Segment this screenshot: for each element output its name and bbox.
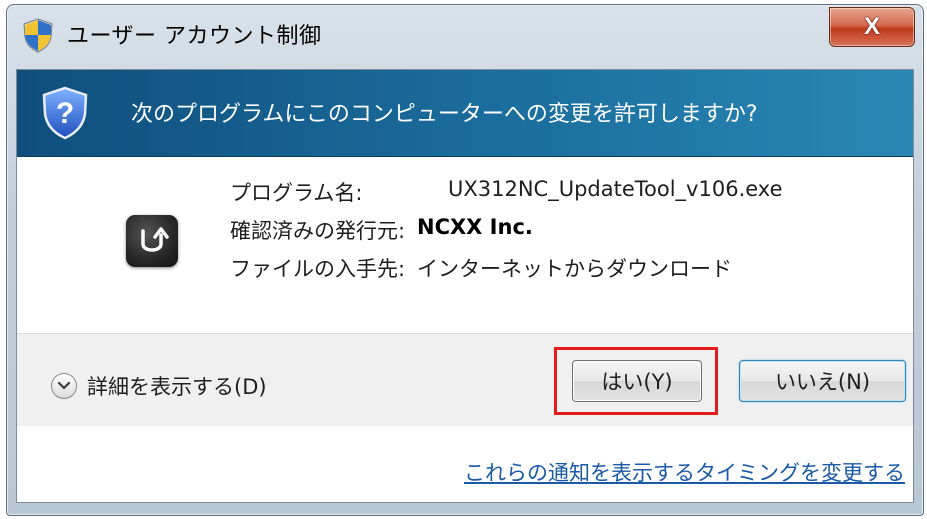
help-shield-icon: ? [42, 86, 88, 140]
publisher-row: 確認済みの発行元: NCXX Inc. [230, 215, 533, 245]
publisher-label: 確認済みの発行元: [230, 219, 406, 243]
close-button[interactable]: X [829, 7, 915, 47]
program-name-row: プログラム名: UX312NC_UpdateTool_v106.exe [230, 177, 783, 207]
program-name-label: プログラム名: [230, 181, 363, 205]
file-origin-row: ファイルの入手先: インターネットからダウンロード [230, 253, 732, 283]
close-icon: X [863, 13, 880, 40]
svg-text:?: ? [56, 97, 74, 130]
uac-dialog: ユーザー アカウント制御 X ? 次のプログラムにこのコンピューターへの変更を許… [6, 4, 924, 516]
window-title: ユーザー アカウント制御 [67, 24, 322, 49]
yes-button[interactable]: はい(Y) [572, 360, 702, 402]
no-button[interactable]: いいえ(N) [739, 360, 906, 402]
file-origin-value: インターネットからダウンロード [417, 257, 732, 281]
prompt-banner: ? 次のプログラムにこのコンピューターへの変更を許可しますか? [17, 70, 913, 157]
file-origin-label: ファイルの入手先: [230, 257, 406, 281]
chevron-down-icon [51, 373, 77, 399]
show-details-toggle[interactable]: 詳細を表示する(D) [51, 371, 267, 401]
notification-settings-link[interactable]: これらの通知を表示するタイミングを変更する [464, 457, 905, 487]
dialog-body: ? 次のプログラムにこのコンピューターへの変更を許可しますか? プログラム名: … [16, 69, 914, 503]
program-name-value: UX312NC_UpdateTool_v106.exe [448, 177, 783, 201]
action-bar: 詳細を表示する(D) はい(Y) いいえ(N) [17, 333, 913, 427]
title-bar[interactable]: ユーザー アカウント制御 X [7, 5, 923, 69]
app-update-icon [126, 215, 178, 267]
publisher-value: NCXX Inc. [417, 215, 533, 239]
uac-shield-icon [23, 18, 53, 53]
show-details-label: 詳細を表示する(D) [87, 375, 267, 399]
footer: これらの通知を表示するタイミングを変更する [17, 426, 913, 502]
prompt-question: 次のプログラムにこのコンピューターへの変更を許可しますか? [131, 102, 758, 127]
